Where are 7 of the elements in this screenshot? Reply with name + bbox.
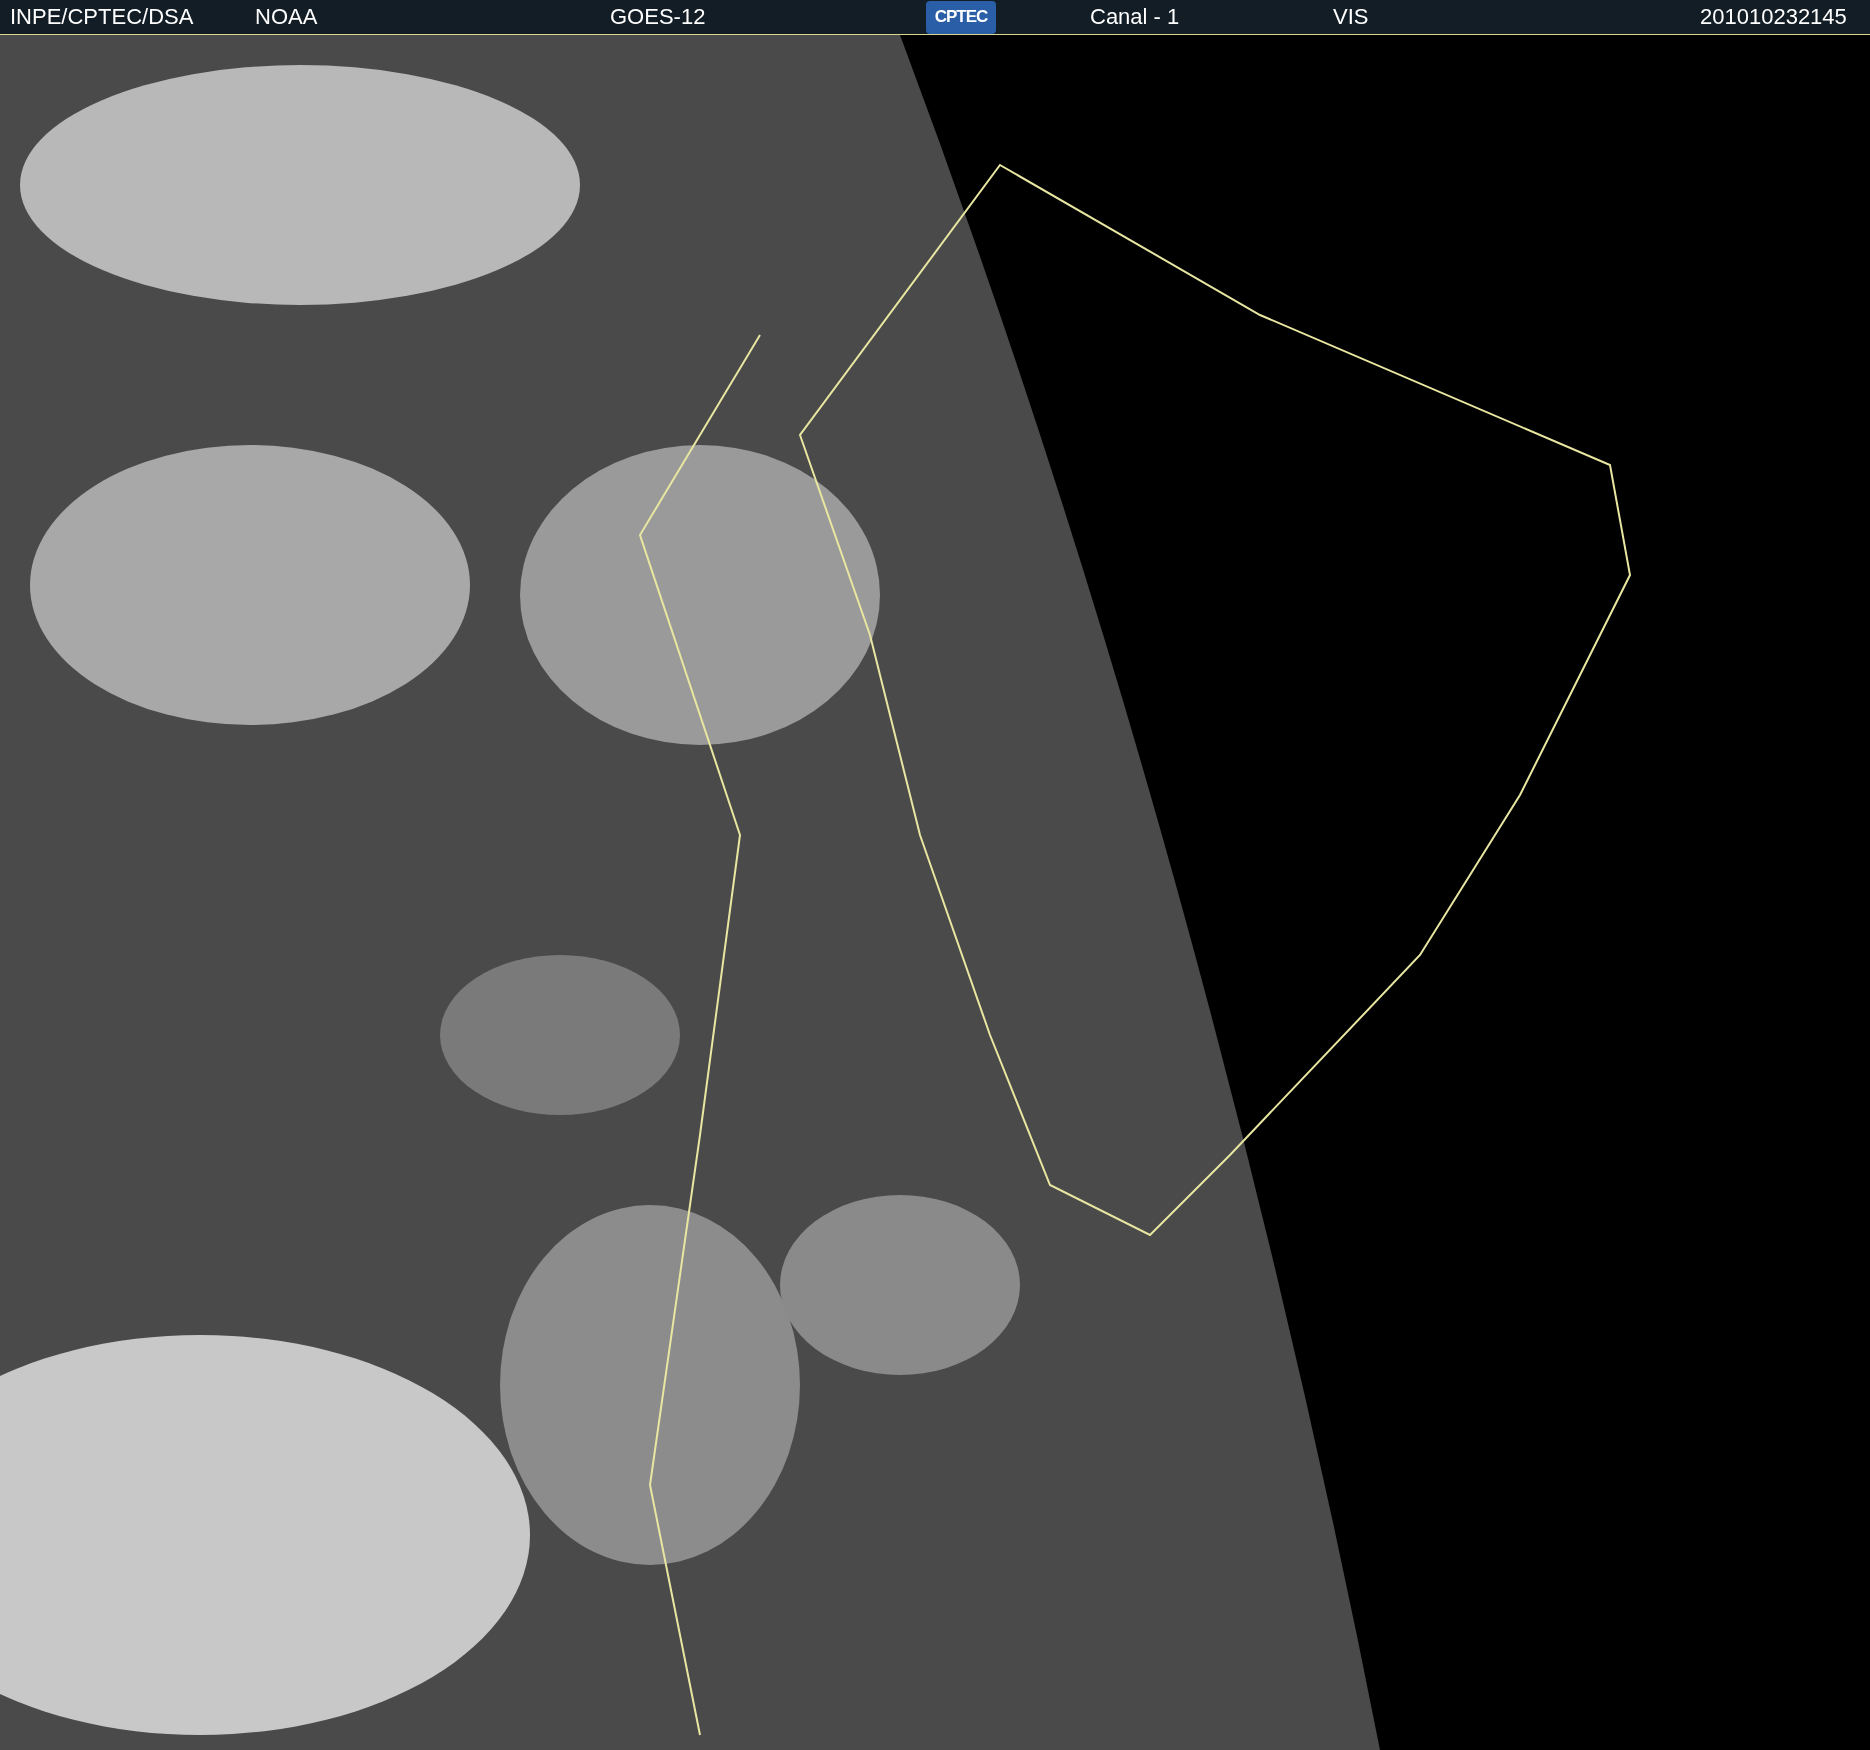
logo: CPTEC [926,0,996,34]
header-label: Canal - 1 [1090,4,1180,30]
header-label: GOES-12 [610,4,706,30]
header-label: INPE/CPTEC/DSA [10,4,194,30]
header-label: 201010232145 [1700,4,1847,30]
header-label: VIS [1333,4,1369,30]
header-label: NOAA [255,4,318,30]
